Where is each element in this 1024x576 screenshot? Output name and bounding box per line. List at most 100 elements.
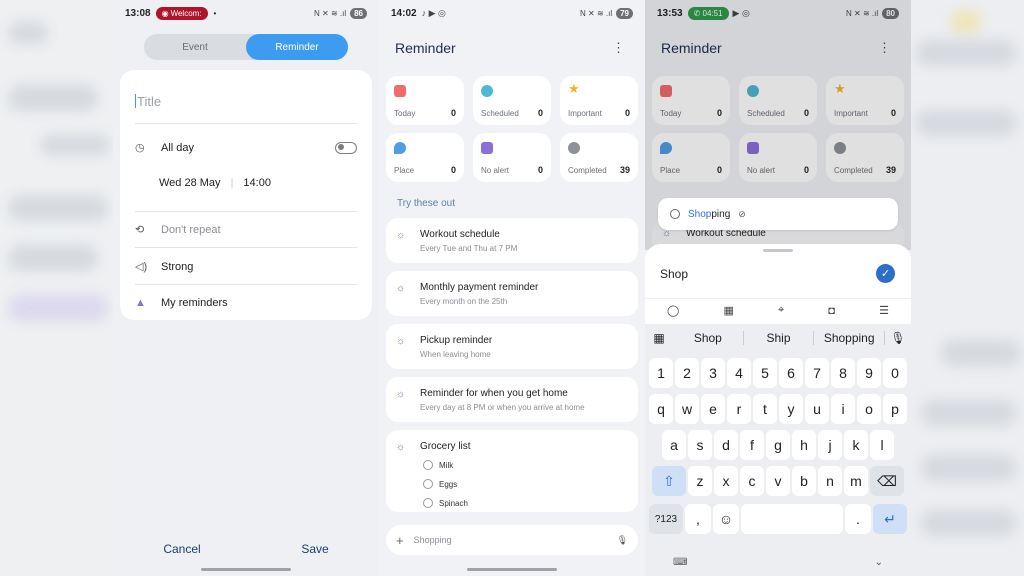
key-u[interactable]: u [805,394,829,424]
key-g[interactable]: g [766,430,790,460]
key-7[interactable]: 7 [805,358,829,388]
microphone-icon[interactable]: 🎙 [617,535,628,546]
microphone-icon[interactable]: 🎙 [885,331,911,345]
suggestion-workout[interactable]: ☼ Workout schedule Every Tue and Thu at … [386,218,638,263]
key-e[interactable]: e [701,394,725,424]
key-l[interactable]: l [870,430,894,460]
key-m[interactable]: m [844,466,868,496]
list-row[interactable]: ▲ My reminders [135,297,357,309]
shift-icon[interactable]: ⇧ [652,466,686,496]
confirm-check-button[interactable]: ✓ [876,264,895,283]
calendar-icon[interactable]: ▦ [723,304,733,317]
key-r[interactable]: r [727,394,751,424]
prediction-1[interactable]: Shop [673,331,744,345]
suggestion-pickup[interactable]: ☼ Pickup reminder When leaving home [386,324,638,369]
save-button[interactable]: Save [301,542,328,556]
key-t[interactable]: t [753,394,777,424]
key-j[interactable]: j [818,430,842,460]
prediction-3[interactable]: Shopping [814,331,886,345]
checkbox-circle-icon [670,209,680,219]
key-w[interactable]: w [675,394,699,424]
divider [135,211,357,212]
tile-today[interactable]: Today 0 [386,76,464,125]
key-0[interactable]: 0 [883,358,907,388]
note-icon [481,142,493,154]
key-o[interactable]: o [857,394,881,424]
title-input[interactable]: Title [135,94,161,109]
keyboard-nav: ⌨ ⌄ [645,557,911,568]
key-h[interactable]: h [792,430,816,460]
date-time-row: Wed 28 May | 14:00 [135,177,357,189]
key-i[interactable]: i [831,394,855,424]
key-n[interactable]: n [818,466,842,496]
tile-important[interactable]: ★ Important 0 [560,76,638,125]
key-8[interactable]: 8 [831,358,855,388]
keyboard-icon[interactable]: ⌨ [673,557,687,568]
key-2[interactable]: 2 [675,358,699,388]
prediction-2[interactable]: Ship [744,331,815,345]
key-9[interactable]: 9 [857,358,881,388]
all-day-toggle[interactable] [335,141,357,154]
key-z[interactable]: z [688,466,712,496]
space-key[interactable] [741,504,843,534]
key-d[interactable]: d [714,430,738,460]
add-reminder-bar[interactable]: + Shopping 🎙 [386,525,638,555]
key-c[interactable]: c [740,466,764,496]
comma-key[interactable]: , [685,504,711,534]
letter-row-a: asdfghjkl [648,430,908,460]
key-v[interactable]: v [766,466,790,496]
key-6[interactable]: 6 [779,358,803,388]
more-options-icon[interactable]: ⋮ [612,40,625,56]
key-a[interactable]: a [662,430,686,460]
cancel-button[interactable]: Cancel [163,542,200,556]
key-x[interactable]: x [714,466,738,496]
key-5[interactable]: 5 [753,358,777,388]
period-key[interactable]: . [845,504,871,534]
sound-row[interactable]: ◁) Strong [135,260,357,274]
suggestion-grocery-list[interactable]: ☼ Grocery list Milk Eggs Spinach [386,430,638,512]
key-f[interactable]: f [740,430,764,460]
key-3[interactable]: 3 [701,358,725,388]
key-y[interactable]: y [779,394,803,424]
repeat-row[interactable]: ⟲ Don't repeat [135,223,357,237]
prediction-bar: ▦ Shop Ship Shopping 🎙 [645,324,911,352]
key-k[interactable]: k [844,430,868,460]
camera-icon[interactable]: ◘ [828,305,835,317]
clock-icon [481,85,493,97]
check-circle-icon [568,142,580,154]
apps-grid-icon[interactable]: ▦ [645,331,673,345]
time-value[interactable]: 14:00 [243,177,271,189]
tab-reminder[interactable]: Reminder [246,34,348,60]
all-day-row[interactable]: ◷ All day [135,141,357,154]
reminder-text-input[interactable]: Shop [660,267,688,281]
key-1[interactable]: 1 [649,358,673,388]
key-p[interactable]: p [883,394,907,424]
tile-no-alert[interactable]: No alert 0 [473,133,551,182]
key-s[interactable]: s [688,430,712,460]
suggestion-get-home[interactable]: ☼ Reminder for when you get home Every d… [386,377,638,422]
key-b[interactable]: b [792,466,816,496]
sheet-handle[interactable] [763,249,793,252]
list-item: Milk [423,460,453,470]
location-pin-icon[interactable]: ⌖ [778,304,784,317]
home-indicator [467,568,557,571]
tile-completed[interactable]: Completed 39 [560,133,638,182]
symbols-key[interactable]: ?123 [649,504,683,534]
add-reminder-input[interactable]: Shopping [414,535,452,545]
key-4[interactable]: 4 [727,358,751,388]
chevron-down-icon[interactable]: ⌄ [875,557,883,568]
emoji-icon[interactable]: ☺ [713,504,739,534]
tile-scheduled[interactable]: Scheduled 0 [473,76,551,125]
enter-key[interactable]: ↵ [873,504,907,534]
screen-quick-add: 13:53 ✆ 04:51 ▶ ◎ N ✕ ≋ .ıl 80 Reminder … [645,0,911,576]
list-icon[interactable]: ☰ [879,304,889,317]
tile-place[interactable]: Place 0 [386,133,464,182]
quick-add-preview[interactable]: Shopping ⊘ [658,198,898,230]
tab-event[interactable]: Event [144,34,246,60]
status-dot: • [213,8,217,18]
key-q[interactable]: q [649,394,673,424]
check-circle-icon[interactable]: ◯ [667,304,679,317]
backspace-icon[interactable]: ⌫ [870,466,904,496]
date-value[interactable]: Wed 28 May [159,177,221,189]
suggestion-monthly-payment[interactable]: ☼ Monthly payment reminder Every month o… [386,271,638,316]
